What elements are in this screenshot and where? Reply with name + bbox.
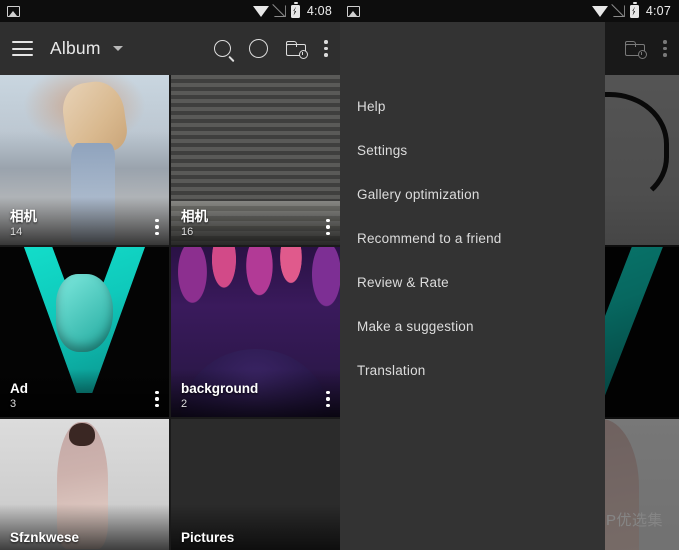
status-time: 4:08 xyxy=(306,4,332,18)
search-icon[interactable] xyxy=(214,40,231,57)
album-card[interactable]: Ad 3 xyxy=(0,247,169,417)
album-card[interactable]: Pictures xyxy=(171,419,340,550)
album-count: 14 xyxy=(10,226,23,238)
left-phone-screen: 4:08 Album 相机 14 相机 16 Ad 3 background 2… xyxy=(0,0,340,550)
wifi-icon xyxy=(591,5,608,17)
left-status-bar: 4:08 xyxy=(0,0,340,22)
navigation-drawer: Help Settings Gallery optimization Recom… xyxy=(340,0,605,550)
circle-select-icon[interactable] xyxy=(249,39,268,58)
menu-item-label: Translation xyxy=(357,362,426,378)
menu-item-label: Help xyxy=(357,98,386,114)
menu-item-review-and-rate[interactable]: Review & Rate xyxy=(340,260,605,304)
album-count: 2 xyxy=(181,398,188,410)
battery-charging-icon xyxy=(290,2,300,18)
menu-item-label: Settings xyxy=(357,142,408,158)
album-card[interactable]: Sfznkwese xyxy=(0,419,169,550)
album-overflow-icon[interactable] xyxy=(155,218,159,235)
right-status-bar: 4:07 xyxy=(340,0,679,22)
album-card[interactable]: 相机 14 xyxy=(0,75,169,245)
menu-item-settings[interactable]: Settings xyxy=(340,128,605,172)
folder-add-icon[interactable] xyxy=(286,41,308,59)
menu-item-label: Make a suggestion xyxy=(357,318,474,334)
more-vertical-icon[interactable] xyxy=(324,40,328,57)
album-card[interactable]: 相机 16 xyxy=(171,75,340,245)
album-name: 相机 xyxy=(10,209,37,224)
hamburger-menu-icon[interactable] xyxy=(12,41,33,56)
battery-charging-icon xyxy=(629,2,639,18)
page-title: Album xyxy=(50,38,101,58)
menu-item-gallery-optimization[interactable]: Gallery optimization xyxy=(340,172,605,216)
right-phone-screen: 4:07 FOTO Premium user 着贫穷 xyxy=(340,0,679,550)
wifi-icon xyxy=(252,5,269,17)
dual-screenshot-container: 4:08 Album 相机 14 相机 16 Ad 3 background 2… xyxy=(0,0,679,550)
album-overflow-icon[interactable] xyxy=(155,390,159,407)
album-card[interactable]: background 2 xyxy=(171,247,340,417)
menu-item-label: Review & Rate xyxy=(357,274,449,290)
left-toolbar: Album xyxy=(0,22,340,75)
photo-icon xyxy=(7,5,20,17)
album-name: Pictures xyxy=(181,530,235,545)
menu-item-make-a-suggestion[interactable]: Make a suggestion xyxy=(340,304,605,348)
signal-off-icon xyxy=(274,5,286,17)
album-name: Ad xyxy=(10,381,28,396)
album-count: 3 xyxy=(10,398,17,410)
album-name: 相机 xyxy=(181,209,208,224)
chevron-down-icon[interactable] xyxy=(112,46,123,51)
status-time: 4:07 xyxy=(645,4,671,18)
album-count: 16 xyxy=(181,226,194,238)
album-name: Sfznkwese xyxy=(10,530,80,545)
menu-item-label: Recommend to a friend xyxy=(357,230,502,246)
album-grid: 相机 14 相机 16 Ad 3 background 2 Sfznkwese … xyxy=(0,75,340,550)
album-overflow-icon[interactable] xyxy=(326,218,330,235)
drawer-menu-list: Help Settings Gallery optimization Recom… xyxy=(340,75,605,392)
photo-icon xyxy=(347,5,360,17)
menu-item-recommend-to-a-friend[interactable]: Recommend to a friend xyxy=(340,216,605,260)
menu-item-translation[interactable]: Translation xyxy=(340,348,605,392)
album-overflow-icon[interactable] xyxy=(326,390,330,407)
signal-off-icon xyxy=(613,5,625,17)
menu-item-help[interactable]: Help xyxy=(340,84,605,128)
menu-item-label: Gallery optimization xyxy=(357,186,480,202)
album-name: background xyxy=(181,381,259,396)
